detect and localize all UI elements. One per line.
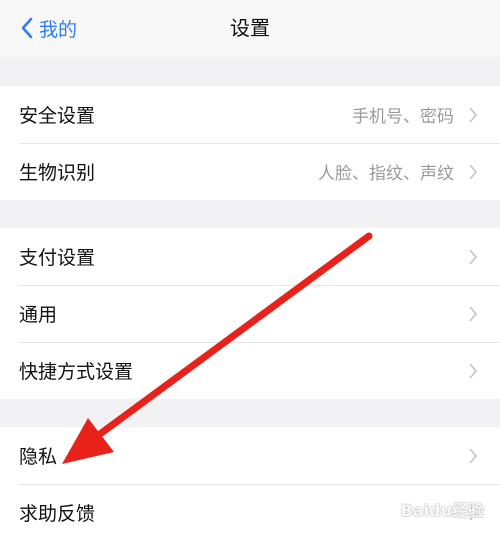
watermark: Baidu经验 bbox=[400, 501, 484, 520]
settings-group-general: 支付设置 通用 快捷方式设置 bbox=[0, 228, 500, 399]
chevron-right-icon bbox=[469, 306, 478, 322]
settings-group-account: 安全设置 手机号、密码 生物识别 人脸、指纹、声纹 bbox=[0, 86, 500, 200]
row-label: 生物识别 bbox=[19, 162, 96, 184]
page-title: 设置 bbox=[230, 16, 270, 40]
row-value: 手机号、密码 bbox=[352, 107, 454, 127]
row-label: 隐私 bbox=[19, 446, 58, 468]
chevron-right-icon bbox=[469, 363, 478, 379]
chevron-right-icon bbox=[469, 249, 478, 265]
row-label: 通用 bbox=[19, 304, 58, 326]
row-label: 求助反馈 bbox=[19, 503, 96, 525]
settings-row-biometrics[interactable]: 生物识别 人脸、指纹、声纹 bbox=[0, 143, 500, 200]
settings-group-privacy: 隐私 求助反馈 bbox=[0, 427, 500, 541]
row-label: 安全设置 bbox=[19, 105, 96, 127]
settings-row-privacy[interactable]: 隐私 bbox=[0, 427, 500, 484]
row-value: 人脸、指纹、声纹 bbox=[318, 164, 454, 184]
chevron-right-icon bbox=[469, 448, 478, 464]
chevron-right-icon bbox=[469, 107, 478, 123]
nav-bar: 我的 设置 bbox=[0, 0, 500, 57]
settings-row-shortcuts[interactable]: 快捷方式设置 bbox=[0, 342, 500, 399]
settings-row-payment[interactable]: 支付设置 bbox=[0, 228, 500, 285]
chevron-right-icon bbox=[469, 164, 478, 180]
row-label: 支付设置 bbox=[19, 247, 96, 269]
row-label: 快捷方式设置 bbox=[19, 361, 134, 383]
settings-row-general[interactable]: 通用 bbox=[0, 285, 500, 342]
settings-row-security[interactable]: 安全设置 手机号、密码 bbox=[0, 86, 500, 143]
